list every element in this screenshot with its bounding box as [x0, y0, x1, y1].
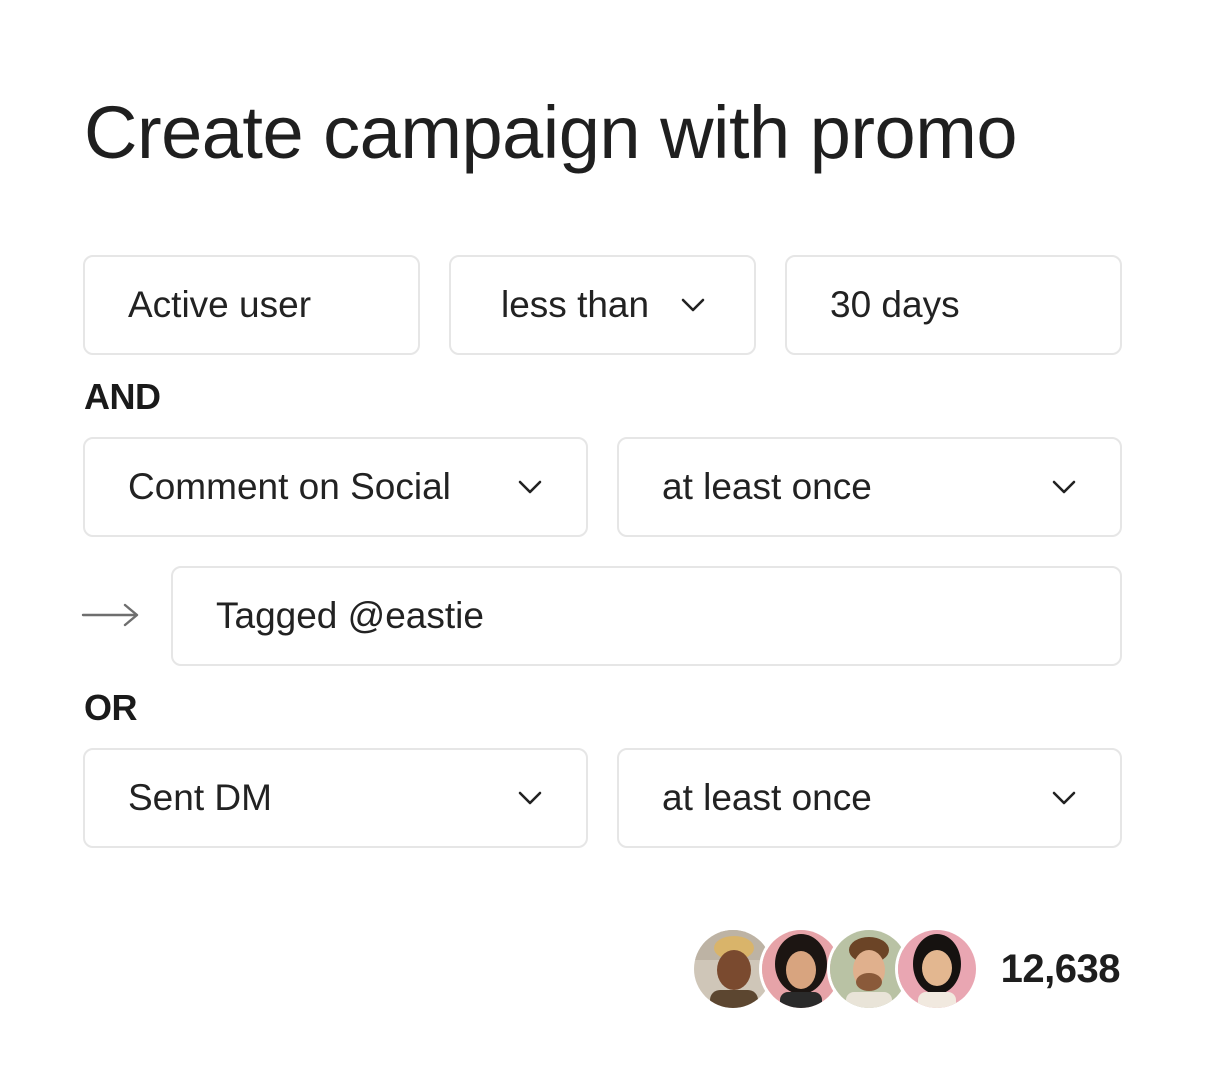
chevron-down-icon	[679, 291, 707, 319]
attribute-field[interactable]: Active user	[83, 255, 420, 355]
chevron-down-icon	[1050, 473, 1078, 501]
chevron-down-icon	[516, 473, 544, 501]
campaign-card: Create campaign with promo Active user l…	[0, 0, 1206, 1082]
value-field[interactable]: 30 days	[785, 255, 1122, 355]
chevron-down-icon	[516, 784, 544, 812]
event-select-dm-label: Sent DM	[128, 777, 272, 818]
avatar	[894, 927, 979, 1011]
event-select-dm[interactable]: Sent DM	[83, 748, 588, 848]
page-title: Create campaign with promo	[84, 91, 1018, 174]
audience-summary: 12,638	[690, 927, 1121, 1011]
attribute-field-label: Active user	[128, 284, 312, 325]
value-field-label: 30 days	[830, 284, 960, 325]
event-select-comment[interactable]: Comment on Social	[83, 437, 588, 537]
comparator-select[interactable]: less than	[449, 255, 756, 355]
audience-count: 12,638	[1000, 946, 1121, 991]
chevron-down-icon	[1050, 784, 1078, 812]
and-operator: AND	[84, 376, 161, 417]
or-operator: OR	[84, 687, 138, 728]
sub-condition-field-label: Tagged @eastie	[216, 595, 484, 636]
sub-condition-field[interactable]: Tagged @eastie	[171, 566, 1122, 666]
event-select-comment-label: Comment on Social	[128, 466, 451, 507]
arrow-right-icon	[81, 600, 141, 630]
frequency-select-comment-label: at least once	[662, 466, 872, 507]
avatar-group	[690, 927, 979, 1011]
frequency-select-dm-label: at least once	[662, 777, 872, 818]
frequency-select-comment[interactable]: at least once	[617, 437, 1122, 537]
frequency-select-dm[interactable]: at least once	[617, 748, 1122, 848]
comparator-select-label: less than	[501, 284, 650, 325]
